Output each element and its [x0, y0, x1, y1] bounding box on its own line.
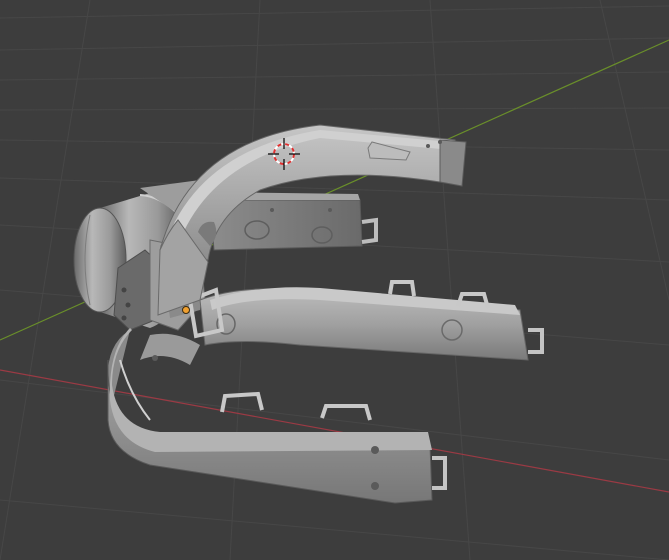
mesh-middle-arm[interactable] — [187, 280, 544, 361]
origin-point-icon[interactable] — [182, 306, 190, 314]
mesh-bottom-arm[interactable] — [107, 328, 447, 504]
3d-viewport[interactable] — [0, 0, 669, 560]
viewport-canvas[interactable] — [0, 0, 669, 560]
